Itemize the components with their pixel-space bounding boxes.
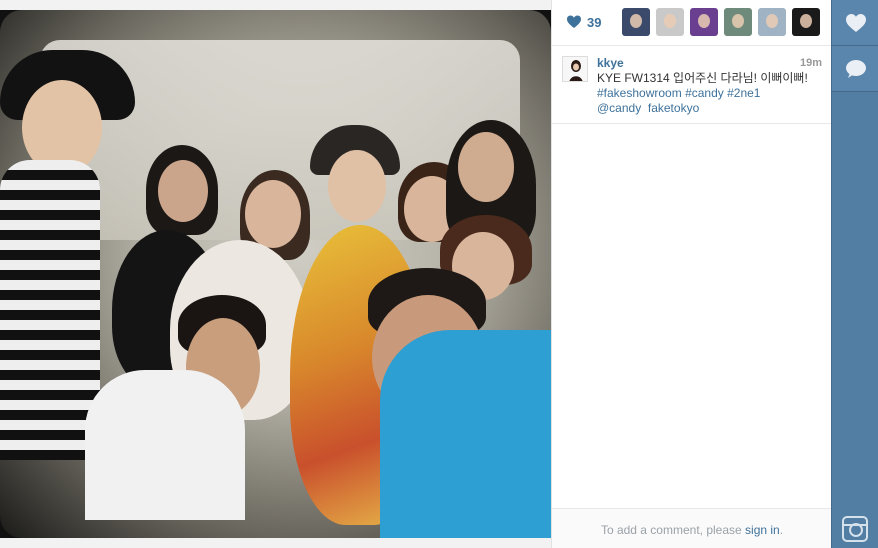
hashtag-link[interactable]: #2ne1 <box>727 86 760 100</box>
liker-face <box>766 14 778 28</box>
caption-text: KYE FW1314 입어주신 다라님! 이뻐이뻐! #fakeshowroom… <box>597 71 825 116</box>
caption-username[interactable]: kkye <box>597 56 624 70</box>
mention-link[interactable]: faketokyo <box>648 101 699 115</box>
hashtag-link[interactable]: #fakeshowroom <box>597 86 682 100</box>
like-count[interactable]: 39 <box>587 15 601 30</box>
liker-avatar[interactable] <box>656 8 684 36</box>
person-body <box>0 160 100 460</box>
heart-icon[interactable] <box>566 14 582 30</box>
liker-avatar[interactable] <box>758 8 786 36</box>
liker-face <box>732 14 744 28</box>
action-sidebar <box>831 0 878 548</box>
hashtag-link[interactable]: #candy <box>685 86 724 100</box>
caption-time: 19m <box>799 57 822 69</box>
person-head <box>458 132 514 202</box>
caption-line: KYE FW1314 입어주신 다라님! 이뻐이뻐! <box>597 71 808 85</box>
person-head <box>245 180 301 248</box>
liker-avatar[interactable] <box>690 8 718 36</box>
liker-avatar[interactable] <box>724 8 752 36</box>
person-head <box>158 160 208 222</box>
comment-prompt-suffix: . <box>779 523 784 537</box>
caption-mentions: @candy faketokyo <box>597 101 825 116</box>
person-body <box>85 370 245 520</box>
instagram-photo-page: 39 kkye 19m KYE FW1314 입어주신 다라님! 이뻐이뻐! #… <box>0 0 878 548</box>
caption-block: kkye 19m KYE FW1314 입어주신 다라님! 이뻐이뻐! #fak… <box>552 46 832 124</box>
comment-prompt-text: To add a comment, please <box>600 523 742 537</box>
heart-icon <box>845 13 866 32</box>
likes-bar: 39 <box>552 0 832 46</box>
liker-face <box>698 14 710 28</box>
post-photo[interactable] <box>0 10 551 538</box>
mention-link[interactable]: @candy <box>597 101 641 115</box>
liker-face <box>800 14 812 28</box>
avatar[interactable] <box>562 56 588 82</box>
caption-hashtags: #fakeshowroom #candy #2ne1 <box>597 86 825 101</box>
photo-panel <box>0 0 551 548</box>
comment-signin-prompt: To add a comment, please sign in. <box>552 508 832 548</box>
post-info-panel: 39 kkye 19m KYE FW1314 입어주신 다라님! 이뻐이뻐! #… <box>551 0 832 548</box>
liker-face <box>664 14 676 28</box>
liker-face <box>630 14 642 28</box>
like-button[interactable] <box>832 0 878 46</box>
person-head <box>328 150 386 222</box>
sign-in-link[interactable]: sign in <box>745 523 780 537</box>
avatar-image <box>563 57 587 81</box>
person-body <box>380 330 551 538</box>
instagram-icon[interactable] <box>842 516 868 542</box>
comment-button[interactable] <box>832 46 878 92</box>
liker-avatar[interactable] <box>792 8 820 36</box>
comment-icon <box>845 59 866 78</box>
liker-avatar[interactable] <box>622 8 650 36</box>
